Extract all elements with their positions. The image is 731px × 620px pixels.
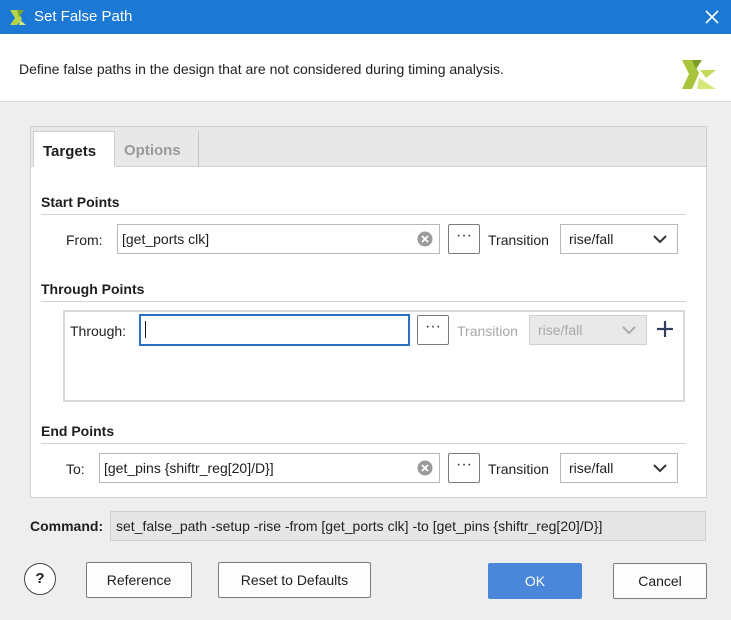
to-label: To: — [66, 461, 85, 477]
app-logo-icon — [10, 10, 26, 25]
from-browse-button[interactable]: ··· — [448, 224, 480, 254]
start-points-title: Start Points — [41, 194, 120, 210]
command-text: set_false_path -setup -rise -from [get_p… — [110, 511, 706, 541]
start-points-separator — [41, 214, 686, 215]
through-transition-select[interactable]: rise/fall — [529, 315, 647, 345]
from-transition-select[interactable]: rise/fall — [560, 224, 678, 254]
through-browse-button[interactable]: ··· — [417, 315, 449, 345]
clear-from-icon[interactable] — [417, 231, 433, 247]
from-label: From: — [66, 232, 103, 248]
from-transition-label: Transition — [488, 232, 549, 248]
to-transition-label: Transition — [488, 461, 549, 477]
through-label: Through: — [70, 323, 127, 339]
add-through-point-icon[interactable] — [655, 319, 675, 339]
reset-to-defaults-button[interactable]: Reset to Defaults — [218, 562, 371, 598]
from-transition-value: rise/fall — [569, 231, 614, 247]
cancel-button[interactable]: Cancel — [613, 563, 707, 599]
through-transition-label: Transition — [457, 323, 518, 339]
from-value: [get_ports clk] — [122, 231, 210, 247]
to-transition-value: rise/fall — [569, 460, 614, 476]
through-points-title: Through Points — [41, 281, 145, 297]
reference-button[interactable]: Reference — [86, 562, 192, 598]
through-transition-value: rise/fall — [538, 322, 583, 338]
clear-to-icon[interactable] — [417, 460, 433, 476]
to-browse-button[interactable]: ··· — [448, 453, 480, 483]
end-points-title: End Points — [41, 423, 115, 439]
title-bar: Set False Path — [0, 0, 731, 34]
to-value: [get_pins {shiftr_reg[20]/D}] — [104, 460, 274, 476]
tab-options[interactable]: Options — [115, 131, 199, 167]
close-icon[interactable] — [701, 6, 723, 28]
command-label: Command: — [30, 518, 104, 534]
to-transition-select[interactable]: rise/fall — [560, 453, 678, 483]
ok-button[interactable]: OK — [488, 563, 582, 599]
brand-logo-icon — [682, 60, 716, 89]
help-button[interactable]: ? — [24, 563, 56, 595]
to-input[interactable]: [get_pins {shiftr_reg[20]/D}] — [99, 453, 440, 483]
dialog-description: Define false paths in the design that ar… — [19, 61, 504, 77]
chevron-down-icon — [622, 326, 636, 335]
tab-bar: Targets Options — [31, 127, 706, 167]
through-points-separator — [41, 301, 686, 302]
end-points-separator — [41, 443, 686, 444]
through-input[interactable] — [139, 314, 410, 346]
targets-panel: Targets Options Start Points From: [get_… — [30, 126, 707, 498]
chevron-down-icon — [653, 464, 667, 473]
text-caret — [145, 321, 146, 338]
from-input[interactable]: [get_ports clk] — [117, 224, 440, 254]
tab-targets[interactable]: Targets — [33, 131, 115, 167]
window-title: Set False Path — [34, 8, 133, 25]
dialog-header: Define false paths in the design that ar… — [0, 34, 731, 102]
chevron-down-icon — [653, 235, 667, 244]
